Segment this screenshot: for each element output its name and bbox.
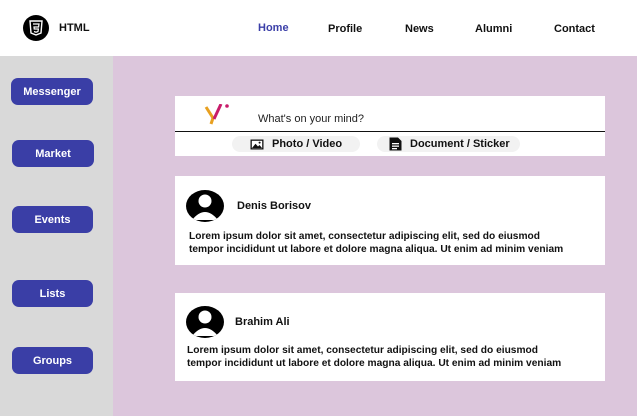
main-feed: What's on your mind? Photo / Video Docum… — [113, 56, 637, 416]
nav-news[interactable]: News — [405, 23, 434, 35]
document-icon — [389, 137, 402, 151]
html5-icon[interactable] — [23, 15, 49, 41]
post-card: Denis Borisov Lorem ipsum dolor sit amet… — [175, 176, 605, 265]
document-sticker-label: Document / Sticker — [410, 138, 510, 150]
user-avatar-icon[interactable] — [186, 190, 224, 222]
post-composer: What's on your mind? Photo / Video Docum… — [175, 96, 605, 156]
post-text: Lorem ipsum dolor sit amet, consectetur … — [187, 345, 597, 370]
brand-name: HTML — [59, 22, 90, 34]
photo-video-button[interactable]: Photo / Video — [232, 136, 360, 152]
post-text-line: tempor incididunt ut labore et dolore ma… — [189, 243, 564, 255]
nav-alumni[interactable]: Alumni — [475, 23, 512, 35]
nav-contact[interactable]: Contact — [554, 23, 595, 35]
sidebar-item-events[interactable]: Events — [12, 206, 93, 233]
nav-home[interactable]: Home — [258, 22, 289, 34]
document-sticker-button[interactable]: Document / Sticker — [377, 136, 520, 152]
sidebar-item-groups[interactable]: Groups — [12, 347, 93, 374]
brand-logo-icon — [203, 103, 231, 131]
post-author[interactable]: Denis Borisov — [237, 200, 311, 212]
sidebar-item-lists[interactable]: Lists — [12, 280, 93, 307]
post-text-line: Lorem ipsum dolor sit amet, consectetur … — [187, 345, 538, 356]
sidebar: Messenger Market Events Lists Groups — [0, 56, 113, 416]
post-text: Lorem ipsum dolor sit amet, consectetur … — [189, 231, 599, 256]
post-card: Brahim Ali Lorem ipsum dolor sit amet, c… — [175, 293, 605, 381]
top-header: HTML Home Profile News Alumni Contact — [0, 0, 637, 56]
post-text-line: tempor incididunt ut labore et dolore ma… — [187, 357, 562, 369]
sidebar-item-market[interactable]: Market — [12, 140, 94, 167]
nav-profile[interactable]: Profile — [328, 23, 362, 35]
image-icon — [250, 139, 264, 150]
post-author[interactable]: Brahim Ali — [235, 316, 290, 328]
status-input[interactable]: What's on your mind? — [258, 113, 364, 125]
user-avatar-icon[interactable] — [186, 306, 224, 338]
sidebar-item-messenger[interactable]: Messenger — [11, 78, 93, 105]
divider — [175, 131, 605, 132]
photo-video-label: Photo / Video — [272, 138, 343, 150]
post-text-line: Lorem ipsum dolor sit amet, consectetur … — [189, 231, 540, 242]
